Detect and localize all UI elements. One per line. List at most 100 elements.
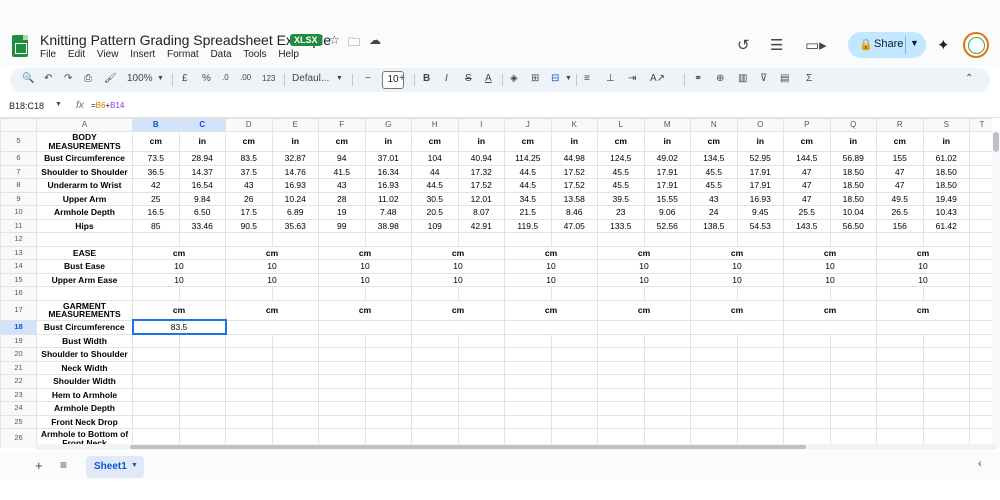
row-label-cell[interactable]: Upper Arm [36, 191, 133, 206]
grid-cell[interactable]: 17.5 [225, 205, 273, 220]
grid-cell[interactable]: 73.5 [132, 151, 180, 166]
grid-cell[interactable] [643, 374, 691, 389]
row-label-cell[interactable]: Shoulder to Shoulder [36, 164, 133, 179]
grid-cell[interactable]: 47 [876, 164, 924, 179]
formula-input[interactable]: =B6+B14 [91, 101, 124, 110]
row-header[interactable]: 18 [0, 319, 37, 335]
functions-icon[interactable]: Σ [806, 73, 812, 84]
column-header-q[interactable]: Q [829, 118, 877, 132]
grid-cell[interactable] [178, 347, 226, 362]
grid-cell[interactable] [643, 401, 691, 416]
number-format-button[interactable]: 123 [262, 74, 275, 83]
row-header[interactable]: 24 [0, 401, 37, 416]
grid-cell[interactable]: cm [597, 299, 691, 321]
grid-cell[interactable]: cm [504, 245, 598, 260]
grid-cell[interactable]: in [271, 131, 319, 152]
grid-cell[interactable] [829, 387, 877, 402]
grid-cell[interactable]: cm [690, 299, 784, 321]
grid-cell[interactable] [829, 374, 877, 389]
grid-cell[interactable]: cm [225, 245, 319, 260]
text-rotation-icon[interactable]: A↗ [650, 73, 665, 84]
grid-cell[interactable] [132, 347, 180, 362]
row-header[interactable]: 9 [0, 191, 37, 206]
text-color-button[interactable]: A [485, 73, 492, 84]
grid-cell[interactable]: 85 [132, 218, 180, 233]
grid-cell[interactable]: 12.01 [457, 191, 505, 206]
grid-cell[interactable] [318, 387, 366, 402]
grid-cell[interactable] [318, 414, 366, 429]
grid-cell[interactable]: 19 [318, 205, 366, 220]
column-header-m[interactable]: M [643, 118, 691, 132]
grid-cell[interactable] [969, 387, 992, 402]
grid-cell[interactable] [225, 319, 319, 335]
grid-cell[interactable]: 28 [318, 191, 366, 206]
grid-cell[interactable] [550, 347, 598, 362]
row-label-cell[interactable]: Bust Width [36, 333, 133, 348]
grid-cell[interactable] [922, 387, 970, 402]
grid-cell[interactable] [550, 232, 598, 247]
grid-cell[interactable] [969, 191, 992, 206]
strikethrough-button[interactable]: S [465, 73, 472, 84]
row-header[interactable]: 26 [0, 428, 37, 448]
grid-cell[interactable] [969, 218, 992, 233]
grid-cell[interactable]: 28.94 [178, 151, 226, 166]
grid-cell[interactable]: 14.37 [178, 164, 226, 179]
grid-cell[interactable] [364, 347, 412, 362]
row-header[interactable]: 21 [0, 360, 37, 375]
grid-cell[interactable]: 10 [504, 272, 598, 287]
grid-cell[interactable]: cm [783, 299, 877, 321]
row-label-cell[interactable]: Bust Circumference [36, 151, 133, 166]
font-family-select[interactable]: Defaul... [292, 73, 329, 84]
document-title[interactable]: Knitting Pattern Grading Spreadsheet Exa… [40, 32, 331, 48]
grid-cell[interactable]: 34.5 [504, 191, 552, 206]
grid-cell[interactable]: 44 [411, 164, 459, 179]
grid-cell[interactable] [922, 286, 970, 301]
grid-cell[interactable] [690, 374, 738, 389]
grid-cell[interactable]: 10 [783, 259, 877, 274]
sheets-logo-icon[interactable] [12, 35, 28, 57]
grid-cell[interactable] [597, 414, 645, 429]
grid-cell[interactable]: 16.93 [271, 178, 319, 193]
grid-cell[interactable]: cm [318, 131, 366, 152]
grid-cell[interactable]: 52.56 [643, 218, 691, 233]
column-header-j[interactable]: J [504, 118, 552, 132]
grid-cell[interactable] [318, 360, 366, 375]
zoom-select[interactable]: 100% [127, 73, 153, 84]
grid-cell[interactable]: cm [411, 131, 459, 152]
grid-cell[interactable] [132, 387, 180, 402]
sheet-tab[interactable]: Sheet1 ▼ [86, 456, 144, 478]
grid-cell[interactable]: cm [225, 131, 273, 152]
horizontal-align-icon[interactable]: ≡ [584, 73, 590, 84]
grid-cell[interactable] [969, 131, 992, 152]
grid-cell[interactable] [876, 401, 924, 416]
decrease-decimal-button[interactable]: .0 [222, 73, 229, 82]
column-header-l[interactable]: L [597, 118, 645, 132]
redo-icon[interactable]: ↷ [64, 73, 72, 84]
grid-cell[interactable]: 10 [597, 272, 691, 287]
grid-cell[interactable] [876, 347, 924, 362]
grid-cell[interactable] [969, 347, 992, 362]
grid-cell[interactable]: 39.5 [597, 191, 645, 206]
move-folder-icon[interactable]: 🗀 [348, 33, 360, 54]
grid-cell[interactable]: 10.04 [829, 205, 877, 220]
grid-cell[interactable]: 16.54 [178, 178, 226, 193]
grid-cell[interactable] [318, 347, 366, 362]
grid-cell[interactable]: cm [597, 245, 691, 260]
merge-cells-icon[interactable]: ⊟ [551, 73, 559, 84]
grid-cell[interactable]: 37.5 [225, 164, 273, 179]
grid-cell[interactable] [783, 414, 831, 429]
grid-cell[interactable]: 45.5 [690, 164, 738, 179]
grid-cell[interactable] [643, 414, 691, 429]
grid-cell[interactable] [504, 232, 552, 247]
menu-data[interactable]: Data [210, 49, 231, 60]
borders-icon[interactable]: ⊞ [531, 73, 539, 84]
grid-cell[interactable]: 47 [783, 164, 831, 179]
increase-decimal-button[interactable]: .00 [240, 73, 251, 82]
grid-cell[interactable]: 47 [783, 178, 831, 193]
grid-cell[interactable] [550, 286, 598, 301]
grid-cell[interactable]: in [550, 131, 598, 152]
grid-cell[interactable]: 10 [132, 259, 226, 274]
grid-cell[interactable] [690, 232, 738, 247]
row-label-cell[interactable] [36, 286, 133, 301]
grid-cell[interactable]: 18.50 [829, 178, 877, 193]
